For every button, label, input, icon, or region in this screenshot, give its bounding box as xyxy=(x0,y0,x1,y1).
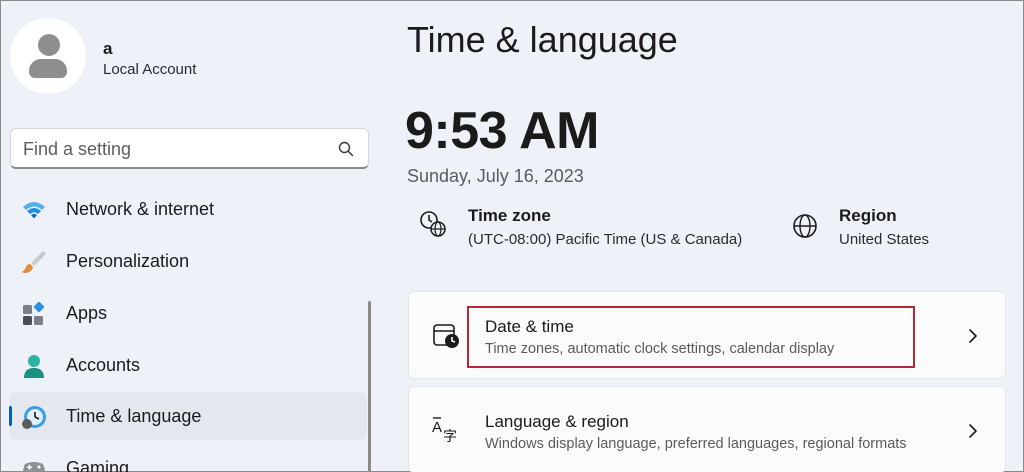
account-icon xyxy=(24,355,44,378)
svg-text:字: 字 xyxy=(443,429,457,445)
current-date: Sunday, July 16, 2023 xyxy=(407,166,584,186)
avatar-head xyxy=(38,34,60,56)
search-box[interactable] xyxy=(10,128,369,169)
chevron-right-icon xyxy=(969,424,977,438)
date-time-card[interactable]: Date & time Time zones, automatic clock … xyxy=(408,291,1006,379)
sidebar-item-accounts[interactable]: Accounts xyxy=(9,341,367,389)
current-time: 9:53 AM xyxy=(405,102,599,160)
user-account-type: Local Account xyxy=(103,61,197,78)
avatar[interactable] xyxy=(10,18,86,94)
region-title: Region xyxy=(839,206,897,225)
user-name: a xyxy=(103,39,113,58)
clock-globe-icon xyxy=(22,406,46,429)
globe-icon xyxy=(793,214,817,238)
sidebar-item-label: Accounts xyxy=(66,355,141,375)
language-icon: A 字 xyxy=(432,417,457,445)
sidebar: a Local Account Network & internet Perso… xyxy=(1,1,381,472)
sidebar-item-network[interactable]: Network & internet xyxy=(9,185,367,233)
timezone-title: Time zone xyxy=(468,206,551,225)
sidebar-item-apps[interactable]: Apps xyxy=(9,289,367,337)
language-region-card-subtitle: Windows display language, preferred lang… xyxy=(485,436,907,452)
calendar-clock-icon xyxy=(433,324,459,348)
chevron-right-icon xyxy=(969,329,977,343)
sidebar-item-label: Gaming xyxy=(66,458,130,472)
highlight-box xyxy=(467,306,915,368)
selection-indicator xyxy=(9,406,12,426)
sidebar-item-label: Time & language xyxy=(66,406,202,426)
brush-icon xyxy=(22,251,46,273)
sidebar-item-time-language[interactable]: Time & language xyxy=(9,392,367,440)
avatar-body xyxy=(29,59,67,78)
timezone-value: (UTC-08:00) Pacific Time (US & Canada) xyxy=(468,231,743,248)
sidebar-scrollbar[interactable] xyxy=(368,301,371,472)
search-icon[interactable] xyxy=(338,141,354,157)
sidebar-item-label: Network & internet xyxy=(66,199,215,219)
svg-text:A: A xyxy=(432,419,442,436)
language-region-card[interactable]: A 字 Language & region Windows display la… xyxy=(408,386,1006,472)
search-input[interactable] xyxy=(23,137,323,161)
apps-icon xyxy=(23,301,45,325)
language-region-card-title: Language & region xyxy=(485,412,629,431)
sidebar-item-label: Apps xyxy=(66,303,108,323)
timezone-icon xyxy=(420,211,446,237)
sidebar-item-personalization[interactable]: Personalization xyxy=(9,237,367,285)
region-value: United States xyxy=(839,231,930,248)
page-title: Time & language xyxy=(407,19,678,60)
wifi-icon xyxy=(23,202,45,219)
sidebar-item-gaming[interactable]: Gaming xyxy=(9,444,367,472)
sidebar-item-label: Personalization xyxy=(66,251,190,271)
gamepad-icon xyxy=(23,462,45,472)
